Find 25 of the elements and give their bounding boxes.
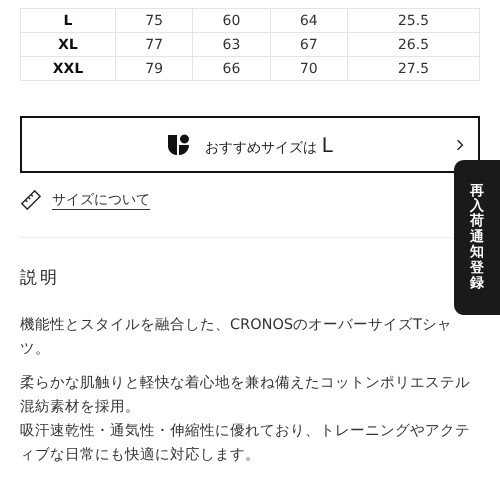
logo-icon bbox=[167, 132, 192, 156]
table-cell: XXL bbox=[20, 56, 116, 80]
size-guide-link[interactable]: サイズについて bbox=[52, 190, 150, 210]
ruler-icon bbox=[20, 189, 42, 211]
table-cell: 75 bbox=[116, 8, 193, 32]
restock-notification-tab[interactable]: 再入荷通知登録 bbox=[454, 160, 500, 315]
table-cell: 26.5 bbox=[347, 32, 480, 56]
table-cell: 63 bbox=[192, 32, 270, 56]
table-cell: 60 bbox=[192, 8, 270, 32]
table-cell: 67 bbox=[270, 32, 348, 56]
section-heading: 説明 bbox=[20, 267, 60, 289]
table-cell: 27.5 bbox=[347, 56, 480, 80]
table-cell: XL bbox=[20, 32, 116, 56]
table-cell: 77 bbox=[116, 32, 193, 56]
table-cell: 79 bbox=[116, 56, 193, 80]
table-cell: 70 bbox=[270, 56, 348, 80]
description-paragraph: 機能性とスタイルを融合した、CRONOSのオーバーサイズTシャツ。 bbox=[20, 316, 453, 359]
table-cell: 25.5 bbox=[347, 8, 480, 32]
table-cell: L bbox=[20, 8, 116, 32]
description-paragraph: 吸汗速乾性・通気性・伸縮性に優れており、トレーニングやアクティブな日常にも快適に対応します。 bbox=[20, 422, 471, 465]
table-cell: 64 bbox=[270, 8, 348, 32]
recommend-size-button[interactable]: おすすめサイズは L bbox=[20, 116, 480, 173]
table-cell: 66 bbox=[192, 56, 270, 80]
chevron-right-icon bbox=[456, 139, 464, 151]
description-paragraph: 柔らかな肌触りと軽快な着心地を兼ね備えたコットンポリエステル混紡素材を採用。 bbox=[20, 374, 471, 417]
